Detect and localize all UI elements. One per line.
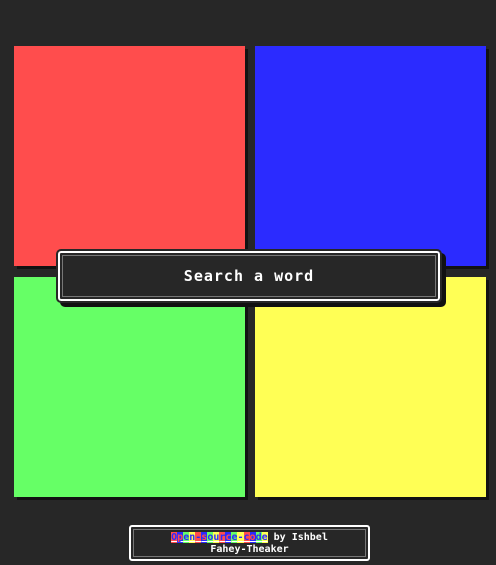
search-word-button[interactable]: Search a word: [56, 249, 442, 303]
color-tile-yellow[interactable]: [255, 277, 486, 497]
color-tile-blue[interactable]: [255, 46, 486, 266]
color-tile-green[interactable]: [14, 277, 245, 497]
credit-suffix: by Ishbel: [267, 532, 328, 543]
color-tile-red[interactable]: [14, 46, 245, 266]
search-label: Search a word: [183, 267, 315, 285]
open-source-code-link[interactable]: Open-source-code: [171, 532, 268, 543]
credit-box: Open-source-code by Ishbel Fahey-Theaker: [129, 525, 370, 561]
credit-author-line2: Fahey-Theaker: [210, 544, 289, 555]
